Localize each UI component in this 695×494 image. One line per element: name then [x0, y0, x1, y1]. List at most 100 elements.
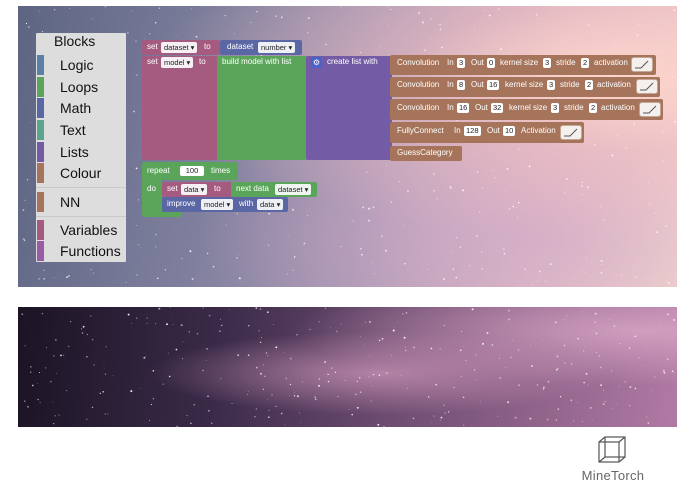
in-features-input[interactable]: 128 [464, 126, 481, 136]
star [175, 348, 178, 351]
star [356, 380, 358, 383]
star [430, 144, 432, 146]
star [39, 10, 41, 12]
star [444, 412, 446, 414]
star [667, 171, 669, 172]
star [538, 270, 541, 273]
out-channels-input[interactable]: 16 [487, 80, 500, 90]
star [255, 408, 257, 410]
star [433, 189, 436, 192]
category-lists[interactable]: Lists [36, 142, 126, 162]
category-functions[interactable]: Functions [36, 241, 126, 261]
star [398, 180, 400, 183]
activation-curve-icon[interactable] [636, 79, 658, 94]
create-list-label: create list with [327, 57, 378, 66]
star [488, 14, 491, 17]
star [219, 318, 221, 320]
dataset-type-dropdown[interactable]: number ▾ [258, 42, 296, 53]
star [584, 140, 586, 142]
star [517, 349, 520, 351]
set-model-block[interactable] [142, 56, 218, 160]
next-data-label: next data [236, 184, 269, 193]
star [349, 408, 351, 410]
star [528, 165, 531, 168]
category-variables[interactable]: Variables [36, 220, 126, 240]
variable-dropdown-data[interactable]: data ▾ [181, 184, 208, 195]
star [537, 280, 539, 282]
repeat-count-input[interactable]: 100 [180, 166, 204, 176]
category-text[interactable]: Text [36, 120, 126, 140]
stride-input[interactable]: 2 [585, 80, 594, 90]
kernel-size-input[interactable]: 3 [543, 58, 552, 68]
category-label: Math [60, 100, 92, 116]
star [379, 45, 381, 47]
star [462, 396, 465, 399]
activation-label: activation [597, 80, 631, 89]
out-label: Out [475, 103, 488, 112]
star [671, 76, 674, 78]
build-model-block[interactable] [217, 56, 307, 160]
star [441, 46, 443, 49]
star [344, 380, 346, 381]
star [296, 395, 299, 398]
star [391, 354, 393, 356]
category-colour[interactable]: Colour [36, 163, 126, 183]
out-features-input[interactable]: 10 [503, 126, 516, 136]
activation-curve-icon[interactable] [631, 57, 653, 72]
star [371, 385, 373, 387]
kernel-size-input[interactable]: 3 [547, 80, 556, 90]
in-channels-input[interactable]: 8 [457, 80, 466, 90]
star [475, 379, 477, 381]
starfield-banner [18, 307, 677, 427]
in-channels-input[interactable]: 3 [457, 58, 466, 68]
out-channels-input[interactable]: 32 [491, 103, 504, 113]
star [640, 353, 642, 355]
star [135, 167, 138, 170]
gear-icon[interactable]: ⚙ [311, 57, 322, 68]
star [219, 330, 221, 332]
category-color-bar [37, 163, 44, 183]
category-logic[interactable]: Logic [36, 55, 126, 75]
kernel-size-input[interactable]: 3 [551, 103, 560, 113]
star [351, 413, 354, 416]
do-label: do [147, 184, 156, 193]
star [421, 21, 424, 24]
star [492, 170, 493, 171]
star [462, 189, 465, 192]
star [518, 384, 520, 386]
create-list-block[interactable] [306, 56, 392, 160]
star [499, 377, 501, 379]
category-math[interactable]: Math [36, 98, 126, 118]
data-dropdown[interactable]: data ▾ [257, 199, 284, 210]
star [430, 422, 432, 424]
out-channels-input[interactable]: 0 [487, 58, 496, 68]
star [135, 40, 137, 42]
in-channels-input[interactable]: 16 [457, 103, 470, 113]
star [25, 22, 28, 25]
activation-curve-icon[interactable] [560, 125, 582, 140]
star [590, 260, 592, 262]
star [531, 364, 534, 367]
stride-label: stride [560, 80, 580, 89]
dataset-dropdown[interactable]: dataset ▾ [275, 184, 312, 195]
star [92, 272, 95, 274]
star [54, 415, 56, 417]
category-nn[interactable]: NN [36, 192, 126, 212]
activation-curve-icon[interactable] [639, 102, 661, 117]
star [255, 307, 258, 309]
activation-label: activation [594, 58, 628, 67]
category-loops[interactable]: Loops [36, 77, 126, 97]
star [289, 383, 292, 386]
star [293, 395, 296, 397]
star [24, 345, 26, 347]
star [359, 43, 361, 45]
model-dropdown[interactable]: model ▾ [201, 199, 234, 210]
star [306, 215, 309, 217]
star [324, 307, 326, 309]
variable-dropdown-model[interactable]: model ▾ [161, 57, 194, 68]
star [600, 263, 602, 266]
stride-input[interactable]: 2 [589, 103, 598, 113]
star [340, 245, 342, 248]
stride-input[interactable]: 2 [581, 58, 590, 68]
variable-dropdown-dataset[interactable]: dataset ▾ [161, 42, 198, 53]
